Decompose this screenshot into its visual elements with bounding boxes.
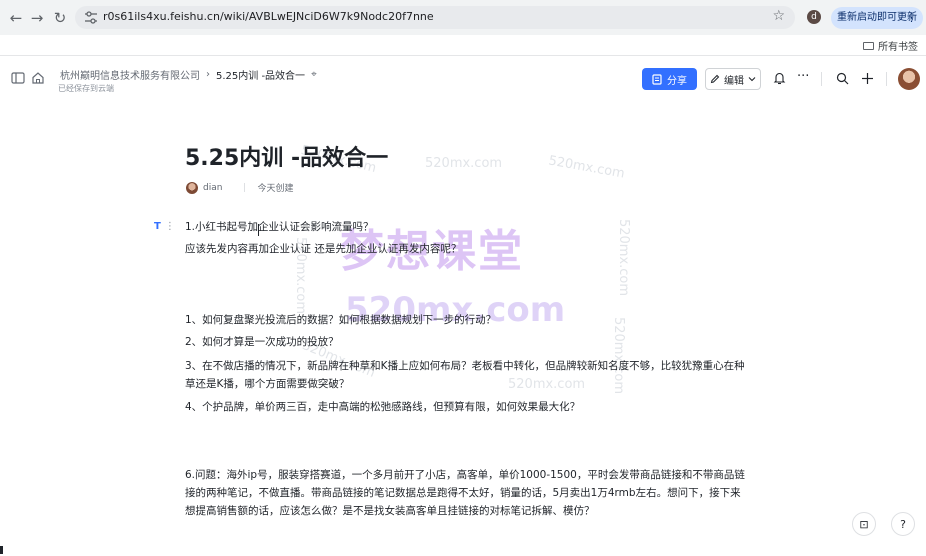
doc-info-button[interactable]: ⊡	[852, 512, 876, 536]
browser-toolbar: ← → ↻ r0s61ils4xu.feishu.cn/wiki/AVBLwEJ…	[0, 0, 926, 35]
forward-arrow-icon: →	[30, 9, 44, 27]
paragraph[interactable]: 4、个护品牌，单价两三百，走中高端的松弛感路线，但预算有限，如何效果最大化？	[185, 398, 750, 416]
chevron-down-icon	[748, 77, 756, 82]
paragraph[interactable]: 3、在不做店播的情况下，新品牌在种草和K播上应如何布局？老板看中转化，但品牌较新…	[185, 357, 750, 393]
doc-info-icon: ⊡	[859, 517, 869, 531]
bookmarks-bar: 所有书签	[0, 35, 926, 56]
home-icon[interactable]	[31, 71, 45, 85]
paragraph[interactable]: 应该先发内容再加企业认证 还是先加企业认证再发内容呢？	[185, 240, 750, 258]
author-row: dian 今天创建	[186, 181, 293, 194]
browser-menu-icon[interactable]: ⋮	[906, 7, 917, 29]
author-avatar[interactable]	[186, 181, 198, 194]
author-name[interactable]: dian	[203, 183, 222, 193]
notification-bell-icon[interactable]	[773, 71, 786, 85]
paragraph[interactable]: 2、如何才算是一次成功的投放？	[185, 333, 750, 351]
profile-avatar[interactable]: d	[807, 10, 821, 24]
header-divider	[821, 72, 822, 86]
header-divider-right	[886, 72, 887, 86]
edge-marker	[0, 546, 3, 554]
paragraph[interactable]: 1.小红书起号加企业认证会影响流量吗？	[185, 218, 750, 236]
restart-label: 重新启动即可更新	[837, 12, 917, 23]
more-options-icon[interactable]: ···	[797, 69, 809, 84]
back-arrow-icon: ←	[9, 9, 23, 27]
document-title[interactable]: 5.25内训 -品效合一	[185, 140, 388, 172]
all-bookmarks-button[interactable]: 所有书签	[863, 38, 918, 53]
forward-button[interactable]: →	[27, 8, 47, 28]
edit-mode-dropdown[interactable]: 编辑	[705, 68, 761, 90]
share-label: 分享	[667, 75, 687, 87]
add-icon[interactable]	[861, 72, 874, 85]
edit-label: 编辑	[724, 75, 744, 87]
reload-button[interactable]: ↻	[50, 8, 70, 28]
paragraph[interactable]: 6.问题：海外ip号，服装穿搭赛道，一个多月前开了小店，高客单，单价1000-1…	[185, 466, 750, 520]
address-bar[interactable]: r0s61ils4xu.feishu.cn/wiki/AVBLwEJNciD6W…	[75, 6, 795, 29]
breadcrumb-org[interactable]: 杭州巅明信息技术服务有限公司	[60, 67, 200, 82]
reload-icon: ↻	[53, 9, 67, 27]
user-avatar[interactable]	[898, 68, 920, 90]
site-settings-icon[interactable]	[83, 10, 99, 25]
url-text[interactable]: r0s61ils4xu.feishu.cn/wiki/AVBLwEJNciD6W…	[103, 10, 434, 23]
watermark-text: 520mx.com	[547, 153, 626, 182]
breadcrumb-current-doc[interactable]: 5.25内训 -品效合一	[216, 67, 305, 82]
author-divider	[244, 183, 246, 192]
drag-handle-icon[interactable]: ⋮	[165, 221, 175, 232]
back-button[interactable]: ←	[6, 8, 26, 28]
help-button[interactable]: ?	[891, 512, 915, 536]
watermark-text: 520mx.com	[425, 156, 503, 171]
search-icon[interactable]	[836, 72, 849, 85]
paragraph[interactable]: 1、如何复盘聚光投流后的数据？如何根据数据规划下一步的行动？	[185, 311, 750, 329]
save-status: 已经保存到云端	[58, 84, 114, 93]
lock-doc-icon	[652, 73, 662, 85]
text-cursor	[258, 224, 259, 236]
restart-to-update-button[interactable]: 重新启动即可更新 ⋮	[831, 7, 923, 29]
breadcrumb-separator: ›	[206, 69, 210, 80]
sidebar-toggle-icon[interactable]	[11, 71, 25, 85]
pin-icon[interactable]: ⌖	[311, 69, 317, 80]
all-bookmarks-label: 所有书签	[878, 42, 918, 53]
share-button[interactable]: 分享	[642, 68, 697, 90]
block-handle[interactable]: T ⋮	[154, 219, 178, 233]
breadcrumb: 杭州巅明信息技术服务有限公司 › 5.25内训 -品效合一 ⌖	[60, 67, 317, 82]
created-time: 今天创建	[257, 184, 294, 194]
bookmark-star-icon[interactable]: ☆	[772, 8, 785, 24]
pencil-icon	[710, 74, 720, 84]
help-icon: ?	[900, 517, 906, 531]
folder-icon	[863, 41, 874, 50]
text-block-icon[interactable]: T	[154, 221, 161, 232]
doc-header: 杭州巅明信息技术服务有限公司 › 5.25内训 -品效合一 ⌖ 已经保存到云端 …	[0, 56, 926, 100]
